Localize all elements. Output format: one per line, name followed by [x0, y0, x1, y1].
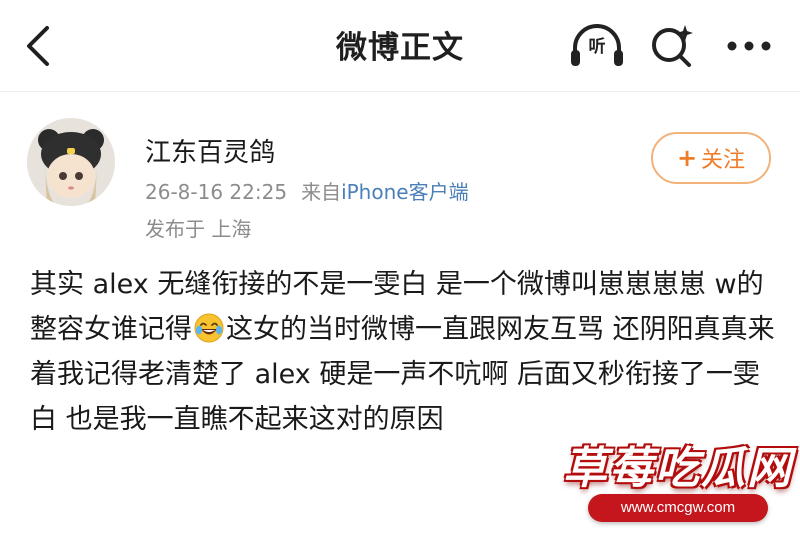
more-button[interactable]	[720, 18, 778, 74]
post-meta: 26-8-16 22:25 来自iPhone客户端	[145, 176, 469, 205]
follow-button[interactable]: + 关注	[651, 132, 771, 184]
post-timestamp: 26-8-16 22:25	[145, 180, 288, 204]
top-actions: 听	[568, 18, 778, 74]
listen-label: 听	[588, 37, 606, 57]
watermark-title: 草莓吃瓜网	[563, 443, 793, 494]
avatar-image	[27, 118, 115, 206]
watermark-url: www.cmcgw.com	[588, 494, 768, 522]
top-bar: 微博正文 听	[0, 0, 800, 92]
back-button[interactable]	[14, 18, 62, 74]
author-name[interactable]: 江东百灵鸽	[145, 132, 275, 169]
back-arrow-icon	[27, 26, 49, 66]
watermark: 草莓吃瓜网 www.cmcgw.com	[528, 414, 800, 547]
search-button[interactable]	[644, 18, 702, 74]
plus-icon: +	[676, 144, 698, 172]
search-icon	[652, 25, 693, 67]
follow-label: 关注	[701, 148, 746, 173]
laughing-crying-emoji-icon	[194, 313, 224, 343]
listen-button[interactable]: 听	[568, 18, 626, 74]
more-icon	[727, 41, 771, 51]
post-location: 发布于 上海	[145, 217, 252, 241]
source-prefix: 来自	[301, 180, 342, 204]
avatar[interactable]	[27, 118, 115, 206]
source-link[interactable]: iPhone客户端	[341, 180, 469, 204]
